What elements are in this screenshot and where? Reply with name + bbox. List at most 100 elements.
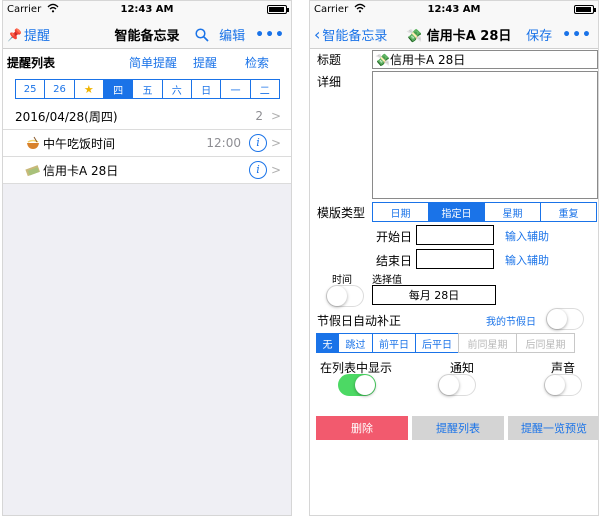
info-icon[interactable]: i xyxy=(249,161,267,179)
toggle-knob xyxy=(547,309,567,329)
app-composite: Carrier 12:43 AM 📌 提醒 智能备忘录 编辑 ••• 提醒列表 … xyxy=(0,0,600,516)
chevron-right-icon: > xyxy=(270,136,281,150)
day-button[interactable]: 26 xyxy=(44,79,75,99)
end-date-label: 结束日 xyxy=(376,254,413,268)
list-title: 提醒列表 xyxy=(7,55,56,70)
page-title: 💸 信用卡A 28日 xyxy=(406,25,511,44)
title-input-value: 信用卡A 28日 xyxy=(389,53,466,67)
day-button[interactable]: 日 xyxy=(190,79,222,99)
search-link[interactable]: 检索 xyxy=(245,54,269,71)
item-label: 信用卡A 28日 xyxy=(43,163,119,178)
reminder-detail-screen: Carrier 12:43 AM ‹ 智能备忘录 💸 信用卡A 28日 保存 •… xyxy=(309,0,599,516)
detail-textarea[interactable] xyxy=(372,71,598,199)
back-button[interactable]: ‹ 智能备忘录 xyxy=(314,25,388,45)
adjust-tab-skip[interactable]: 跳过 xyxy=(338,333,373,353)
noodle-bowl-icon xyxy=(27,136,39,149)
detail-label: 详细 xyxy=(317,75,342,89)
back-label: 智能备忘录 xyxy=(322,29,388,44)
sound-toggle[interactable] xyxy=(544,374,582,396)
day-button-active[interactable]: 四 xyxy=(102,79,134,99)
money-bill-icon xyxy=(25,165,41,177)
date-row[interactable]: 2016/04/28(周四) 2 > xyxy=(3,103,291,130)
holiday-toggle[interactable] xyxy=(546,308,584,330)
template-segmented-control: 日期 指定日 星期 重复 xyxy=(372,202,597,222)
battery-icon xyxy=(267,5,289,14)
template-tab-repeat[interactable]: 重复 xyxy=(540,202,597,222)
day-button[interactable]: 一 xyxy=(220,79,251,99)
battery-icon xyxy=(574,5,596,14)
chevron-left-icon: ‹ xyxy=(314,25,321,44)
status-time: 12:43 AM xyxy=(120,4,174,15)
title-label: 标题 xyxy=(317,53,342,67)
template-tab-specific-day[interactable]: 指定日 xyxy=(428,202,485,222)
adjust-tab-next-weekday[interactable]: 后平日 xyxy=(415,333,459,353)
list-item[interactable]: 中午吃饭时间 12:00 i > xyxy=(3,130,291,157)
money-bill-icon: 💸 xyxy=(375,52,390,67)
reminder-list-button[interactable]: 提醒列表 xyxy=(412,416,504,440)
template-tab-weekday[interactable]: 星期 xyxy=(484,202,541,222)
page-title-text: 信用卡A 28日 xyxy=(426,29,512,44)
adjust-tab-next-same-week[interactable]: 后同星期 xyxy=(516,333,575,353)
template-label: 模版类型 xyxy=(317,206,366,220)
day-button[interactable]: 五 xyxy=(132,79,163,99)
nav-actions: 保存 ••• xyxy=(526,25,592,45)
time-toggle[interactable] xyxy=(326,285,364,307)
save-button[interactable]: 保存 xyxy=(526,25,552,44)
item-time: 12:00 xyxy=(206,136,241,150)
more-icon[interactable]: ••• xyxy=(562,27,592,43)
title-input[interactable]: 💸 信用卡A 28日 xyxy=(372,50,598,69)
start-date-row: 开始日 输入辅助 xyxy=(310,223,598,247)
time-block: 时间 选择值 每月 28日 xyxy=(310,271,598,307)
star-icon: ★ xyxy=(83,82,94,96)
start-date-label: 开始日 xyxy=(376,230,413,244)
day-button[interactable]: 二 xyxy=(249,79,280,99)
nav-bar: 📌 提醒 智能备忘录 编辑 ••• xyxy=(3,19,291,49)
reminder-link[interactable]: 提醒 xyxy=(193,54,217,71)
sub-bar: 提醒列表 简单提醒 提醒 检索 xyxy=(3,49,291,75)
status-time: 12:43 AM xyxy=(427,4,481,15)
end-date-field[interactable] xyxy=(416,249,494,269)
my-holiday-link[interactable]: 我的节假日 xyxy=(486,313,536,328)
toggle-knob xyxy=(355,375,375,395)
day-button[interactable]: 六 xyxy=(161,79,192,99)
status-bar: Carrier 12:43 AM xyxy=(3,1,291,19)
holiday-label: 节假日自动补正 xyxy=(317,314,402,328)
show-in-list-toggle[interactable] xyxy=(338,374,376,396)
select-value-label: 选择值 xyxy=(372,275,402,286)
notify-toggle[interactable] xyxy=(438,374,476,396)
list-item[interactable]: 信用卡A 28日 i > xyxy=(3,157,291,184)
day-selector: 25 26 ★ 四 五 六 日 一 二 xyxy=(3,75,291,103)
chevron-right-icon: > xyxy=(270,163,281,177)
start-date-field[interactable] xyxy=(416,225,494,245)
day-button[interactable]: 25 xyxy=(15,79,46,99)
template-tab-date[interactable]: 日期 xyxy=(372,202,429,222)
preview-button[interactable]: 提醒一览预览 xyxy=(508,416,598,440)
more-icon[interactable]: ••• xyxy=(255,27,285,43)
edit-button[interactable]: 编辑 xyxy=(219,25,245,44)
end-date-assist-link[interactable]: 输入辅助 xyxy=(505,252,549,268)
adjust-tab-prev-same-week[interactable]: 前同星期 xyxy=(458,333,517,353)
item-label: 中午吃饭时间 xyxy=(43,136,116,151)
start-date-assist-link[interactable]: 输入辅助 xyxy=(505,228,549,244)
date-label: 2016/04/28(周四) xyxy=(15,109,118,124)
info-icon[interactable]: i xyxy=(249,134,267,152)
nav-actions: 编辑 ••• xyxy=(195,25,285,44)
time-label: 时间 xyxy=(332,275,352,286)
simple-reminder-link[interactable]: 简单提醒 xyxy=(129,54,177,71)
search-icon[interactable] xyxy=(195,27,209,42)
select-value-field[interactable]: 每月 28日 xyxy=(372,285,496,305)
chevron-right-icon: > xyxy=(270,109,281,123)
nav-bar: ‹ 智能备忘录 💸 信用卡A 28日 保存 ••• xyxy=(310,19,598,49)
toggle-knob xyxy=(439,375,459,395)
toggle-knob xyxy=(327,286,347,306)
template-row: 模版类型 日期 指定日 星期 重复 xyxy=(310,201,598,223)
title-row: 标题 💸 信用卡A 28日 xyxy=(310,49,598,69)
adjust-row: 无 跳过 前平日 后平日 前同星期 后同星期 xyxy=(310,331,598,357)
adjust-tab-none[interactable]: 无 xyxy=(316,333,339,353)
money-bill-icon: 💸 xyxy=(406,29,423,44)
day-button[interactable]: ★ xyxy=(73,79,104,99)
adjust-tab-prev-weekday[interactable]: 前平日 xyxy=(372,333,416,353)
end-date-row: 结束日 输入辅助 xyxy=(310,247,598,271)
holiday-row: 节假日自动补正 我的节假日 xyxy=(310,307,598,331)
delete-button[interactable]: 删除 xyxy=(316,416,408,440)
